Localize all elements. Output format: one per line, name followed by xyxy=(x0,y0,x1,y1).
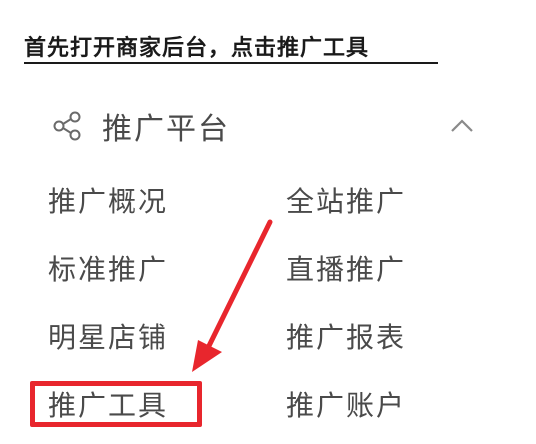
menu-title: 推广平台 xyxy=(102,112,230,147)
menu-item-promotion-overview[interactable]: 推广概况 xyxy=(48,180,168,224)
menu-item-standard-promotion[interactable]: 标准推广 xyxy=(48,248,168,292)
screenshot: 首先打开商家后台，点击推广工具 推广平台 推广概况 标准推广 明星店铺 推广工具… xyxy=(0,0,536,444)
chevron-up-icon[interactable] xyxy=(448,112,476,140)
menu-item-promotion-account[interactable]: 推广账户 xyxy=(286,384,406,428)
share-icon xyxy=(50,109,84,143)
menu-item-promotion-report[interactable]: 推广报表 xyxy=(286,316,406,360)
menu-header-promotion-platform[interactable]: 推广平台 xyxy=(50,104,480,148)
highlight-box-promotion-tools xyxy=(30,381,202,427)
menu-item-site-wide-promotion[interactable]: 全站推广 xyxy=(286,180,406,224)
menu-item-live-promotion[interactable]: 直播推广 xyxy=(286,248,406,292)
headline-underline xyxy=(24,62,438,64)
menu-item-star-store[interactable]: 明星店铺 xyxy=(48,316,168,360)
instruction-headline: 首先打开商家后台，点击推广工具 xyxy=(24,36,370,61)
